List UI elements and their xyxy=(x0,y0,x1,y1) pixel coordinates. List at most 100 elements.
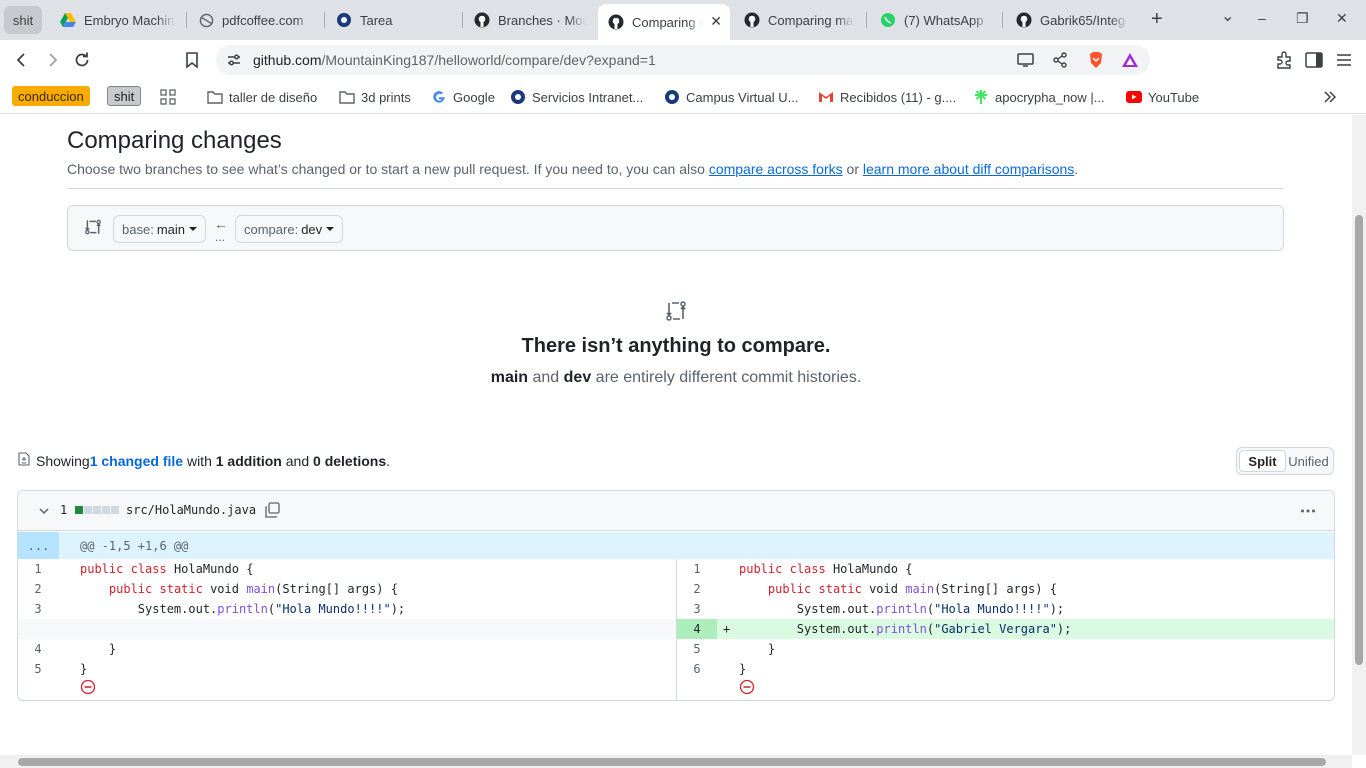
line-number[interactable]: 6 xyxy=(677,659,717,679)
code-token: HolaMundo { xyxy=(825,562,913,576)
reload-icon[interactable] xyxy=(70,48,94,72)
close-window-button[interactable]: ✕ xyxy=(1336,10,1348,27)
left-diff-line: 4 } xyxy=(18,639,676,659)
cast-icon[interactable] xyxy=(1017,51,1035,69)
apps-grid-icon[interactable] xyxy=(160,88,176,106)
compare-branch-select[interactable]: compare: dev xyxy=(235,215,344,243)
split-view-button[interactable]: Split xyxy=(1239,450,1286,472)
bookmark-apocrypha[interactable]: apocrypha_now |... xyxy=(973,88,1105,106)
bookmark-intranet[interactable]: Servicios Intranet... xyxy=(510,88,643,106)
chevron-down-icon xyxy=(189,227,197,231)
back-icon[interactable] xyxy=(10,48,34,72)
university-icon xyxy=(510,89,526,105)
code-token: } xyxy=(739,642,776,656)
diffstat-block-neutral xyxy=(84,506,92,514)
tab-pdfcoffee[interactable]: pdfcoffee.com xyxy=(188,4,323,36)
folder-icon xyxy=(339,89,355,105)
line-number[interactable]: 1 xyxy=(677,559,717,579)
code-token: ( xyxy=(926,602,935,616)
file-path-link[interactable]: src/HolaMundo.java xyxy=(126,503,256,517)
sidebar-icon[interactable] xyxy=(1302,48,1326,72)
tab-comparing-active[interactable]: Comparing changes ✕ xyxy=(598,4,730,40)
tab-whatsapp[interactable]: (7) WhatsApp xyxy=(870,4,1000,36)
university-icon xyxy=(336,12,352,28)
code-token: } xyxy=(739,662,747,676)
learn-more-link[interactable]: learn more about diff comparisons xyxy=(863,161,1074,177)
tab-embryo[interactable]: Embryo Machine xyxy=(50,4,185,36)
menu-icon[interactable] xyxy=(1332,48,1356,72)
url-path: /MountainKing187/helloworld/compare/dev?… xyxy=(321,52,656,68)
bookmark-label: Servicios Intranet... xyxy=(532,89,644,105)
additions-count: 1 addition xyxy=(215,452,282,469)
bookmark-group-conduccion[interactable]: conduccion xyxy=(12,86,90,106)
line-number[interactable]: 2 xyxy=(677,579,717,599)
bookmark-3d-prints[interactable]: 3d prints xyxy=(339,88,411,106)
code-token: ); xyxy=(1056,622,1072,636)
tab-gabrik65[interactable]: Gabrik65/Integ xyxy=(1006,4,1138,36)
brave-shields-icon[interactable] xyxy=(1087,51,1105,69)
site-settings-icon[interactable] xyxy=(226,52,242,71)
bookmark-group-shit[interactable]: shit xyxy=(107,86,142,106)
file-diff-icon xyxy=(18,452,30,469)
more-bookmarks-icon[interactable] xyxy=(1322,88,1336,106)
bookmark-youtube[interactable]: YouTube xyxy=(1126,88,1199,106)
description-end: . xyxy=(1074,161,1079,177)
line-number[interactable]: 5 xyxy=(18,659,58,679)
address-bar[interactable]: github.com/MountainKing187/helloworld/co… xyxy=(216,45,1150,75)
compare-arrows-icon[interactable] xyxy=(84,218,102,239)
tab-tarea[interactable]: Tarea xyxy=(326,4,461,36)
copy-icon[interactable] xyxy=(264,502,280,521)
bookmark-campus-virtual[interactable]: Campus Virtual U... xyxy=(664,88,798,106)
chevron-down-icon[interactable] xyxy=(38,504,50,520)
tab-branches[interactable]: Branches · MountainKing187 xyxy=(464,4,596,36)
code-token: } xyxy=(80,642,117,656)
new-tab-button[interactable]: + xyxy=(1151,8,1163,31)
code-line: } xyxy=(739,639,775,659)
line-number[interactable]: 2 xyxy=(18,579,58,599)
bookmark-google[interactable]: Google xyxy=(431,88,495,106)
code-token: (String[] args) { xyxy=(934,582,1057,596)
share-icon[interactable] xyxy=(1051,51,1069,69)
tab-group-shit[interactable]: shit xyxy=(4,6,42,34)
addition-marker: + xyxy=(723,622,731,636)
hunk-header: ... @@ -1,5 +1,6 @@ xyxy=(18,532,1334,559)
horizontal-scrollbar[interactable] xyxy=(0,755,1352,768)
bookmark-page-icon[interactable] xyxy=(180,48,204,72)
code-token: (String[] args) { xyxy=(275,582,398,596)
tab-search-dropdown-icon[interactable]: ⌄ xyxy=(1221,6,1234,26)
github-icon xyxy=(744,12,760,28)
compare-across-forks-link[interactable]: compare across forks xyxy=(709,161,843,177)
scrollbar-thumb[interactable] xyxy=(18,758,1326,766)
code-token: HolaMundo { xyxy=(166,562,254,576)
line-number[interactable]: 3 xyxy=(18,599,58,619)
changed-files-link[interactable]: 1 changed file xyxy=(90,453,183,469)
extensions-icon[interactable] xyxy=(1272,48,1296,72)
expand-hunk-button[interactable]: ... xyxy=(18,532,59,559)
tab-title: (7) WhatsApp xyxy=(904,12,984,28)
base-branch-select[interactable]: base: main xyxy=(113,215,206,243)
line-number[interactable]: 1 xyxy=(18,559,58,579)
code-token: "Hola Mundo!!!!" xyxy=(275,602,391,616)
code-token: static xyxy=(159,582,203,596)
close-tab-icon[interactable]: ✕ xyxy=(710,13,722,30)
bookmark-taller[interactable]: taller de diseño xyxy=(207,88,317,106)
line-number[interactable]: 4 xyxy=(677,619,717,639)
forward-icon[interactable] xyxy=(40,48,64,72)
vertical-scrollbar[interactable] xyxy=(1352,115,1366,755)
line-number[interactable]: 4 xyxy=(18,639,58,659)
line-number[interactable]: 3 xyxy=(677,599,717,619)
tab-title: pdfcoffee.com xyxy=(222,12,304,28)
code-token: void xyxy=(202,582,247,596)
code-line: public class HolaMundo { xyxy=(739,559,912,579)
tab-comparing-main-dev[interactable]: Comparing main...dev xyxy=(734,4,864,36)
line-number[interactable]: 5 xyxy=(677,639,717,659)
maximize-button[interactable]: ❐ xyxy=(1296,10,1309,27)
minimize-button[interactable]: – xyxy=(1258,10,1266,26)
brave-rewards-icon[interactable] xyxy=(1121,51,1139,69)
kebab-menu-icon[interactable] xyxy=(1300,503,1316,524)
scrollbar-thumb[interactable] xyxy=(1355,215,1363,665)
bookmark-gmail[interactable]: Recibidos (11) - g.... xyxy=(818,88,956,106)
gmail-icon xyxy=(818,89,834,105)
unified-view-button[interactable]: Unified xyxy=(1286,450,1331,472)
